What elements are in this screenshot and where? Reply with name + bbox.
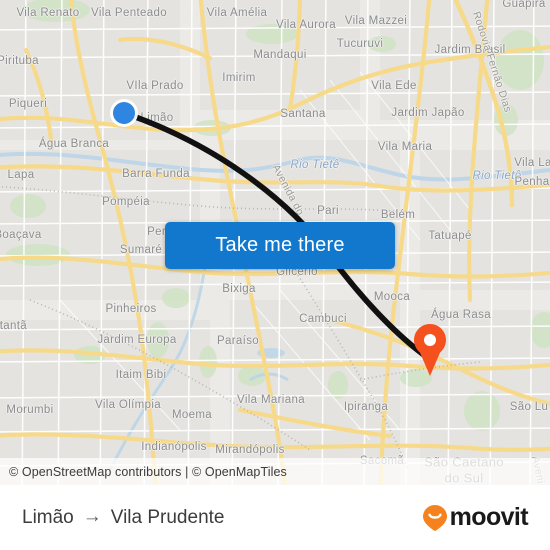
moovit-wordmark: moovit	[449, 503, 529, 531]
arrow-icon: →	[82, 505, 102, 527]
route-summary: Limão → Vila Prudente	[22, 505, 225, 529]
moovit-route-screen: Vila Renato Vila Penteado Vila Amélia Vila …	[0, 0, 550, 550]
footer-bar: Limão → Vila Prudente moovit	[0, 485, 550, 550]
map-attribution: © OpenStreetMap contributors | © OpenMap…	[0, 458, 550, 485]
take-me-there-button[interactable]: Take me there	[165, 222, 395, 269]
map-canvas[interactable]: Vila Renato Vila Penteado Vila Amélia Vila …	[0, 0, 550, 485]
destination-label: Vila Prudente	[110, 506, 225, 528]
origin-label: Limão	[22, 506, 74, 528]
attribution-text[interactable]: © OpenStreetMap contributors | © OpenMap…	[0, 465, 287, 479]
moovit-logo[interactable]: moovit	[422, 503, 529, 532]
moovit-pin-icon	[422, 504, 447, 531]
